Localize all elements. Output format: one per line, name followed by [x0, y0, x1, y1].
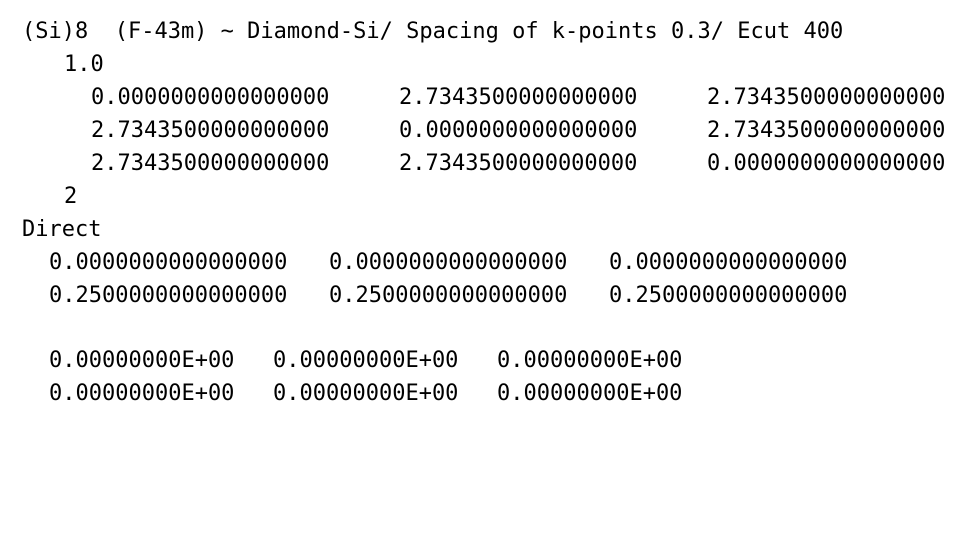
lattice-vector-row: 2.7343500000000000 2.7343500000000000 0.… [0, 147, 976, 180]
velocity-value: 0.00000000E+00 [497, 381, 683, 406]
position-row: 0.0000000000000000 0.0000000000000000 0.… [0, 246, 976, 279]
velocity-value: 0.00000000E+00 [497, 348, 683, 373]
position-value: 0.2500000000000000 [49, 283, 288, 308]
position-value: 0.2500000000000000 [329, 283, 568, 308]
lattice-vector-row: 2.7343500000000000 0.0000000000000000 2.… [0, 114, 976, 147]
comment-line: (Si)8 (F-43m) ~ Diamond-Si/ Spacing of k… [22, 19, 844, 44]
lattice-vector-row: 0.0000000000000000 2.7343500000000000 2.… [0, 81, 976, 114]
scale-factor: 1.0 [64, 52, 104, 77]
position-value: 0.2500000000000000 [609, 283, 848, 308]
atom-count: 2 [64, 184, 78, 209]
lattice-value: 2.7343500000000000 [91, 151, 330, 176]
velocity-value: 0.00000000E+00 [273, 381, 459, 406]
position-value: 0.0000000000000000 [329, 250, 568, 275]
velocity-row: 0.00000000E+00 0.00000000E+00 0.00000000… [0, 377, 976, 410]
velocity-value: 0.00000000E+00 [49, 381, 235, 406]
velocity-value: 0.00000000E+00 [49, 348, 235, 373]
position-row: 0.2500000000000000 0.2500000000000000 0.… [0, 279, 976, 312]
lattice-value: 0.0000000000000000 [399, 118, 638, 143]
lattice-value: 2.7343500000000000 [707, 118, 946, 143]
lattice-value: 0.0000000000000000 [91, 85, 330, 110]
coordinate-mode: Direct [22, 217, 102, 242]
lattice-value: 2.7343500000000000 [399, 151, 638, 176]
velocity-row: 0.00000000E+00 0.00000000E+00 0.00000000… [0, 344, 976, 377]
position-value: 0.0000000000000000 [49, 250, 288, 275]
poscar-file-view: (Si)8 (F-43m) ~ Diamond-Si/ Spacing of k… [0, 0, 976, 440]
lattice-value: 0.0000000000000000 [707, 151, 946, 176]
lattice-value: 2.7343500000000000 [399, 85, 638, 110]
lattice-value: 2.7343500000000000 [91, 118, 330, 143]
lattice-value: 2.7343500000000000 [707, 85, 946, 110]
position-value: 0.0000000000000000 [609, 250, 848, 275]
velocity-value: 0.00000000E+00 [273, 348, 459, 373]
